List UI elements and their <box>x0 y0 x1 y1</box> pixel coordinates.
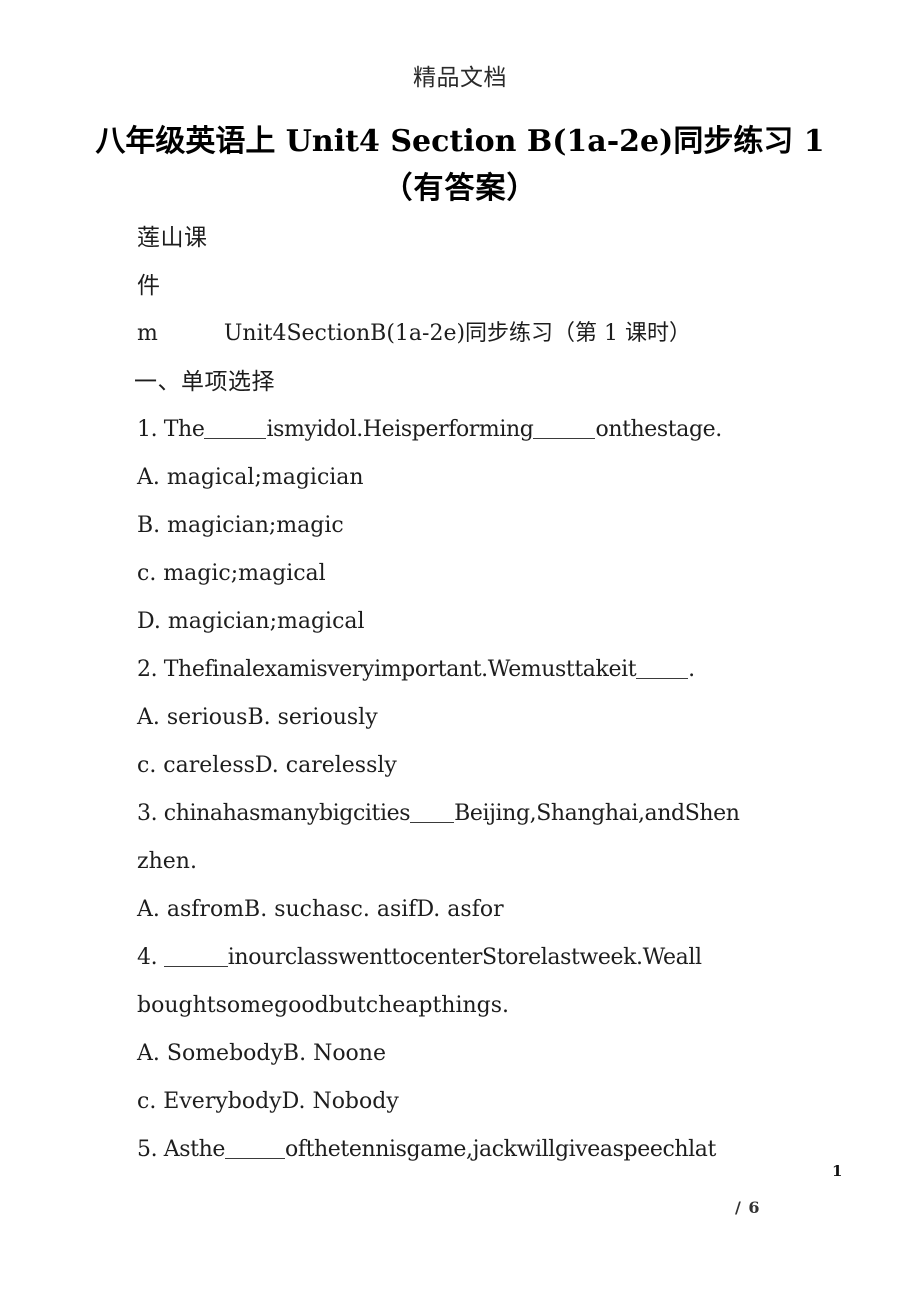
question-4-blank-1 <box>163 952 228 967</box>
question-1-option-d: D. magician;magical <box>137 609 365 634</box>
question-4-stem-post: inourclasswenttocenterStorelastweek.Weal… <box>227 945 702 970</box>
question-3-blank-1 <box>410 808 455 823</box>
question-1-option-a: A. magical;magician <box>137 465 364 490</box>
footer-page-total: / 6 <box>735 1198 761 1217</box>
question-1-stem-mid: ismyidol.Heisperforming <box>266 417 534 442</box>
question-3-options: A. asfromB. suchasc. asifD. asfor <box>137 897 504 922</box>
question-1-blank-1 <box>204 424 267 439</box>
question-3-stem: 3. chinahasmanybigcities Beijing,Shanghai… <box>137 790 797 838</box>
question-4-stem-pre: 4. <box>137 945 164 970</box>
question-2-stem-post: . <box>688 657 695 682</box>
question-1-option-c: c. magic;magical <box>137 561 326 586</box>
question-1-stem-pre: 1. The <box>137 417 205 442</box>
footer-page-number: 1 <box>832 1162 843 1180</box>
question-4-stem-wrap: boughtsomegoodbutcheapthings. <box>137 993 510 1018</box>
page-title-line-1: 八年级英语上 Unit4 Section B(1a-2e)同步练习 1 <box>95 124 825 159</box>
question-4-stem: 4. inourclasswenttocenterStorelastweek.W… <box>137 934 797 982</box>
question-5-stem-post: ofthetennisgame,jackwillgiveaspeechlat <box>285 1137 716 1162</box>
source-subtitle-line: m Unit4SectionB(1a-2e)同步练习（第 1 课时） <box>137 310 797 358</box>
source-subtitle: Unit4SectionB(1a-2e)同步练习（第 1 课时） <box>223 321 692 346</box>
question-2-stem-pre: 2. Thefinalexamisveryimportant.Wemusttak… <box>137 657 637 682</box>
question-4-option-ab: A. SomebodyB. Noone <box>137 1041 386 1066</box>
section-heading-single-choice: 一、单项选择 <box>134 369 275 395</box>
question-5-stem-pre: 5. Asthe <box>137 1137 225 1162</box>
question-2-option-cd: c. carelessD. carelessly <box>137 753 397 778</box>
question-1-option-b: B. magician;magic <box>137 513 344 538</box>
document-body: 莲山课 件 m Unit4SectionB(1a-2e)同步练习（第 1 课时） … <box>134 214 797 1174</box>
page-title: 八年级英语上 Unit4 Section B(1a-2e)同步练习 1 （有答案… <box>60 118 860 212</box>
page-title-line-2: （有答案） <box>382 171 538 206</box>
question-3-stem-wrap: zhen. <box>137 849 197 874</box>
source-line-2: 件 <box>137 273 161 299</box>
question-2-option-ab: A. seriousB. seriously <box>137 705 378 730</box>
question-2-blank-1 <box>636 664 689 679</box>
question-5-stem: 5. Asthe ofthetennisgame,jackwillgiveaspe… <box>137 1126 797 1174</box>
question-2-stem: 2. Thefinalexamisveryimportant.Wemusttak… <box>137 646 797 694</box>
page-watermark-header: 精品文档 <box>413 65 507 91</box>
question-3-stem-post: Beijing,Shanghai,andShen <box>454 801 740 826</box>
source-line-1: 莲山课 <box>137 225 208 251</box>
question-4-option-cd: c. EverybodyD. Nobody <box>137 1089 399 1114</box>
question-5-blank-1 <box>225 1144 285 1159</box>
question-3-stem-pre: 3. chinahasmanybigcities <box>137 801 411 826</box>
source-prefix: m <box>137 321 158 346</box>
question-1-stem-post: onthestage. <box>595 417 722 442</box>
question-1-blank-2 <box>533 424 596 439</box>
document-page: 精品文档 八年级英语上 Unit4 Section B(1a-2e)同步练习 1… <box>0 0 920 1302</box>
question-1-stem: 1. The ismyidol.Heisperforming onthestage. <box>137 406 797 454</box>
